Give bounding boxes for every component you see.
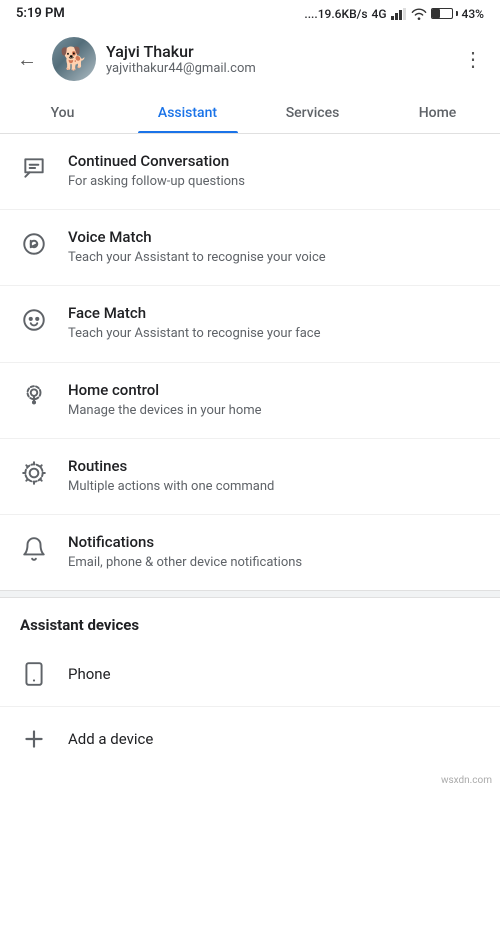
list-item[interactable]: Routines Multiple actions with one comma… [0,439,500,515]
item-title: Home control [68,381,480,399]
add-device-item[interactable]: Add a device [0,707,500,771]
list-item[interactable]: Continued Conversation For asking follow… [0,134,500,210]
user-info: Yajvi Thakur yajvithakur44@gmail.com [106,42,448,76]
avatar: 🐕 [52,37,96,81]
item-subtitle: Multiple actions with one command [68,478,480,496]
tab-home[interactable]: Home [375,91,500,133]
header: ← 🐕 Yajvi Thakur yajvithakur44@gmail.com… [0,27,500,91]
more-dots-icon: ⋮ [463,47,483,71]
tab-services[interactable]: Services [250,91,375,133]
tab-assistant[interactable]: Assistant [125,91,250,133]
tabs-bar: You Assistant Services Home [0,91,500,134]
face-icon [20,306,48,334]
avatar-image: 🐕 [52,37,96,81]
item-text: Routines Multiple actions with one comma… [68,457,480,496]
item-subtitle: Teach your Assistant to recognise your f… [68,325,480,343]
battery-icon [431,8,458,19]
signal-type: 4G [372,7,387,21]
item-title: Continued Conversation [68,152,480,170]
list-item[interactable]: Phone [0,642,500,707]
wifi-icon [411,8,427,20]
item-title: Routines [68,457,480,475]
add-device-label: Add a device [68,730,153,748]
home-control-icon [20,383,48,411]
list-item[interactable]: Voice Match Teach your Assistant to reco… [0,210,500,286]
item-text: Home control Manage the devices in your … [68,381,480,420]
status-bar: 5:19 PM ....19.6KB/s 4G 43% [0,0,500,27]
item-subtitle: Email, phone & other device notification… [68,554,480,572]
signal-bars-icon [391,8,407,20]
status-right-group: ....19.6KB/s 4G 43% [304,7,484,21]
item-subtitle: Manage the devices in your home [68,402,480,420]
phone-device-icon [20,660,48,688]
item-subtitle: For asking follow-up questions [68,173,480,191]
more-options-button[interactable]: ⋮ [458,44,488,74]
list-item[interactable]: Home control Manage the devices in your … [0,363,500,439]
item-title: Voice Match [68,228,480,246]
watermark: wsxdn.com [0,771,500,790]
section-title: Assistant devices [0,598,500,642]
user-name: Yajvi Thakur [106,42,448,61]
item-text: Notifications Email, phone & other devic… [68,533,480,572]
add-device-icon [20,725,48,753]
list-item[interactable]: Face Match Teach your Assistant to recog… [0,286,500,362]
bell-icon [20,535,48,563]
item-title: Notifications [68,533,480,551]
tab-you[interactable]: You [0,91,125,133]
assistant-devices-section: Assistant devices Phone Add a device [0,598,500,771]
back-button[interactable]: ← [12,44,42,74]
item-subtitle: Teach your Assistant to recognise your v… [68,249,480,267]
item-text: Continued Conversation For asking follow… [68,152,480,191]
device-label: Phone [68,665,111,683]
status-time: 5:19 PM [16,6,65,21]
routines-icon [20,459,48,487]
back-arrow-icon: ← [17,47,37,72]
network-speed: ....19.6KB/s [304,7,367,21]
user-email: yajvithakur44@gmail.com [106,61,448,76]
conversation-icon [20,154,48,182]
battery-percent: 43% [462,7,484,21]
item-text: Voice Match Teach your Assistant to reco… [68,228,480,267]
item-title: Face Match [68,304,480,322]
section-divider [0,590,500,598]
voice-icon [20,230,48,258]
item-text: Face Match Teach your Assistant to recog… [68,304,480,343]
list-item[interactable]: Notifications Email, phone & other devic… [0,515,500,590]
settings-list: Continued Conversation For asking follow… [0,134,500,590]
